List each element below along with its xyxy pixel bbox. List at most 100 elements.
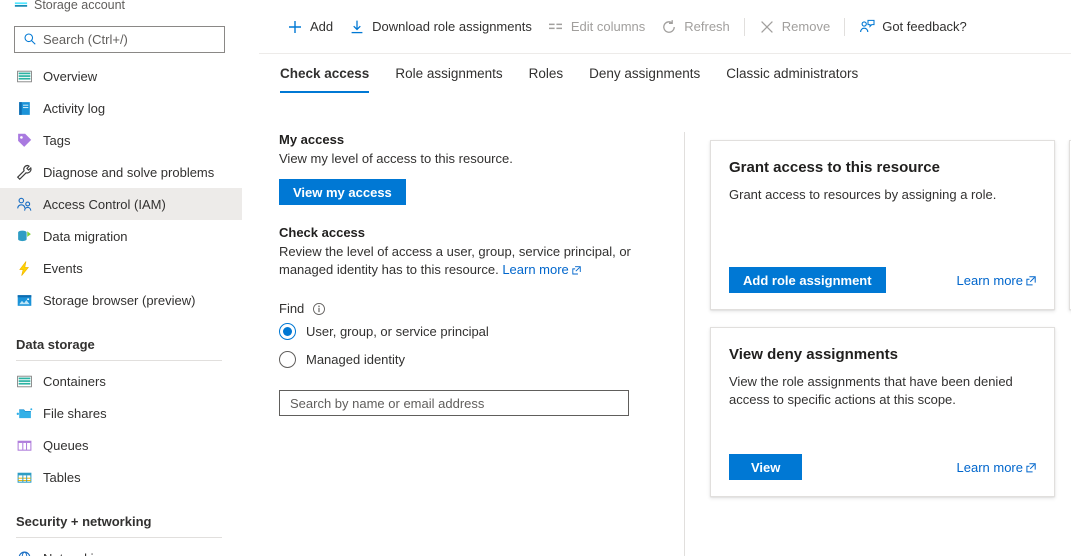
info-icon[interactable] (312, 302, 326, 316)
sidebar-item-access-control-iam[interactable]: Access Control (IAM) (0, 188, 242, 220)
toolbar-button-label: Refresh (684, 19, 730, 34)
grant-access-card-footer: Add role assignment Learn more (729, 267, 1036, 293)
toolbar-download-role-assignments-button[interactable]: Download role assignments (341, 11, 540, 43)
sidebar-item-containers[interactable]: Containers (0, 365, 242, 397)
tags-icon (16, 132, 33, 149)
data-migration-icon (16, 228, 33, 245)
main-content: Add Download role assignmentsEdit columns… (259, 0, 1071, 556)
view-deny-card-description: View the role assignments that have been… (729, 373, 1036, 409)
overview-icon (16, 68, 33, 85)
tab-roles[interactable]: Roles (529, 59, 564, 93)
tab-check-access[interactable]: Check access (280, 59, 369, 93)
tables-icon (16, 469, 33, 486)
radio-label: Managed identity (306, 352, 405, 367)
sidebar-item-label: Activity log (43, 101, 105, 116)
check-access-block: Check access Review the level of access … (279, 225, 679, 416)
sidebar-section-header: Data storage (0, 324, 242, 354)
sidebar-item-label: Containers (43, 374, 106, 389)
tab-label: Classic administrators (726, 66, 858, 81)
sidebar-item-label: Tags (43, 133, 70, 148)
sidebar-item-data-migration[interactable]: Data migration (0, 220, 242, 252)
check-access-learn-more-link[interactable]: Learn more (502, 262, 580, 277)
storage-browser-icon (16, 292, 33, 309)
sidebar-item-events[interactable]: Events (0, 252, 242, 284)
sidebar-item-queues[interactable]: Queues (0, 429, 242, 461)
check-access-description: Review the level of access a user, group… (279, 243, 639, 279)
people-icon (16, 196, 33, 213)
azure-portal-blade: Storage account Search (Ctrl+/) « Overvi… (0, 0, 1071, 556)
toolbar-button-label: Remove (782, 19, 830, 34)
sidebar-item-label: Data migration (43, 229, 128, 244)
containers-icon (16, 373, 33, 390)
toolbar-button-label: Add (310, 19, 333, 34)
wrench-icon (16, 164, 33, 181)
sidebar-item-tags[interactable]: Tags (0, 124, 242, 156)
radio-label: User, group, or service principal (306, 324, 489, 339)
toolbar-remove-button: Remove (751, 11, 838, 43)
tab-label: Roles (529, 66, 564, 81)
find-label: Find (279, 301, 304, 316)
grant-access-card-description: Grant access to resources by assigning a… (729, 186, 1036, 204)
toolbar-separator (844, 18, 845, 36)
view-deny-assignments-button[interactable]: View (729, 454, 802, 480)
refresh-icon (661, 19, 677, 35)
sidebar-item-label: Queues (43, 438, 89, 453)
principal-search-box[interactable] (279, 390, 629, 416)
sidebar-item-overview[interactable]: Overview (0, 60, 242, 92)
toolbar-add-button[interactable]: Add (279, 11, 341, 43)
view-deny-assignments-card: View deny assignments View the role assi… (710, 327, 1055, 497)
sidebar-item-label: Access Control (IAM) (43, 197, 166, 212)
lightning-icon (16, 260, 33, 277)
sidebar-item-label: Diagnose and solve problems (43, 165, 214, 180)
sidebar-item-activity-log[interactable]: Activity log (0, 92, 242, 124)
sidebar-search-box[interactable]: Search (Ctrl+/) (14, 26, 225, 53)
view-deny-learn-more-label: Learn more (957, 460, 1023, 475)
radio-option-managed-identity[interactable]: Managed identity (279, 347, 679, 372)
external-link-icon (1026, 463, 1036, 473)
tab-label: Check access (280, 66, 369, 81)
my-access-title: My access (279, 132, 679, 147)
check-access-learn-more-label: Learn more (502, 262, 568, 277)
radio-indicator[interactable] (279, 323, 296, 340)
check-access-title: Check access (279, 225, 679, 240)
command-toolbar: Add Download role assignmentsEdit columns… (259, 0, 1071, 54)
sidebar-item-tables[interactable]: Tables (0, 461, 242, 493)
sidebar-item-networking[interactable]: Networking (0, 542, 242, 556)
check-access-panel: My access View my level of access to thi… (279, 132, 679, 416)
sidebar-item-label: Overview (43, 69, 97, 84)
tab-deny-assignments[interactable]: Deny assignments (589, 59, 700, 93)
add-role-assignment-button[interactable]: Add role assignment (729, 267, 886, 293)
grant-access-card-title: Grant access to this resource (729, 159, 1036, 176)
view-my-access-button[interactable]: View my access (279, 179, 406, 205)
sidebar-section-header: Security + networking (0, 501, 242, 531)
find-radio-group: User, group, or service principal Managed… (279, 319, 679, 372)
tab-label: Deny assignments (589, 66, 700, 81)
sidebar-item-label: Networking (43, 551, 108, 556)
sidebar-item-file-shares[interactable]: File shares (0, 397, 242, 429)
radio-option-user-group-service-principal[interactable]: User, group, or service principal (279, 319, 679, 344)
view-deny-learn-more-link[interactable]: Learn more (957, 460, 1036, 475)
principal-search-input[interactable] (288, 395, 628, 412)
sidebar-search-placeholder: Search (Ctrl+/) (43, 32, 128, 47)
toolbar-got-feedback-button[interactable]: Got feedback? (851, 11, 975, 43)
breadcrumb: Storage account (0, 0, 242, 14)
tab-classic-administrators[interactable]: Classic administrators (726, 59, 858, 93)
radio-indicator[interactable] (279, 351, 296, 368)
grant-access-learn-more-link[interactable]: Learn more (957, 273, 1036, 288)
download-icon (349, 19, 365, 35)
toolbar-refresh-button: Refresh (653, 11, 738, 43)
cards-column-primary: Grant access to this resource Grant acce… (710, 140, 1055, 497)
sidebar-item-label: Events (43, 261, 83, 276)
sidebar-item-label: File shares (43, 406, 107, 421)
sidebar-item-diagnose-and-solve-problems[interactable]: Diagnose and solve problems (0, 156, 242, 188)
tab-role-assignments[interactable]: Role assignments (395, 59, 502, 93)
edit-columns-icon (548, 19, 564, 35)
sidebar-search-row: Search (Ctrl+/) (0, 24, 242, 54)
chevron-double-left-icon[interactable]: « (237, 27, 242, 49)
sidebar-item-label: Storage browser (preview) (43, 293, 195, 308)
sidebar-item-storage-browser-preview[interactable]: Storage browser (preview) (0, 284, 242, 316)
toolbar-edit-columns-button: Edit columns (540, 11, 653, 43)
breadcrumb-label: Storage account (34, 0, 125, 12)
view-deny-card-title: View deny assignments (729, 346, 1036, 363)
tab-label: Role assignments (395, 66, 502, 81)
